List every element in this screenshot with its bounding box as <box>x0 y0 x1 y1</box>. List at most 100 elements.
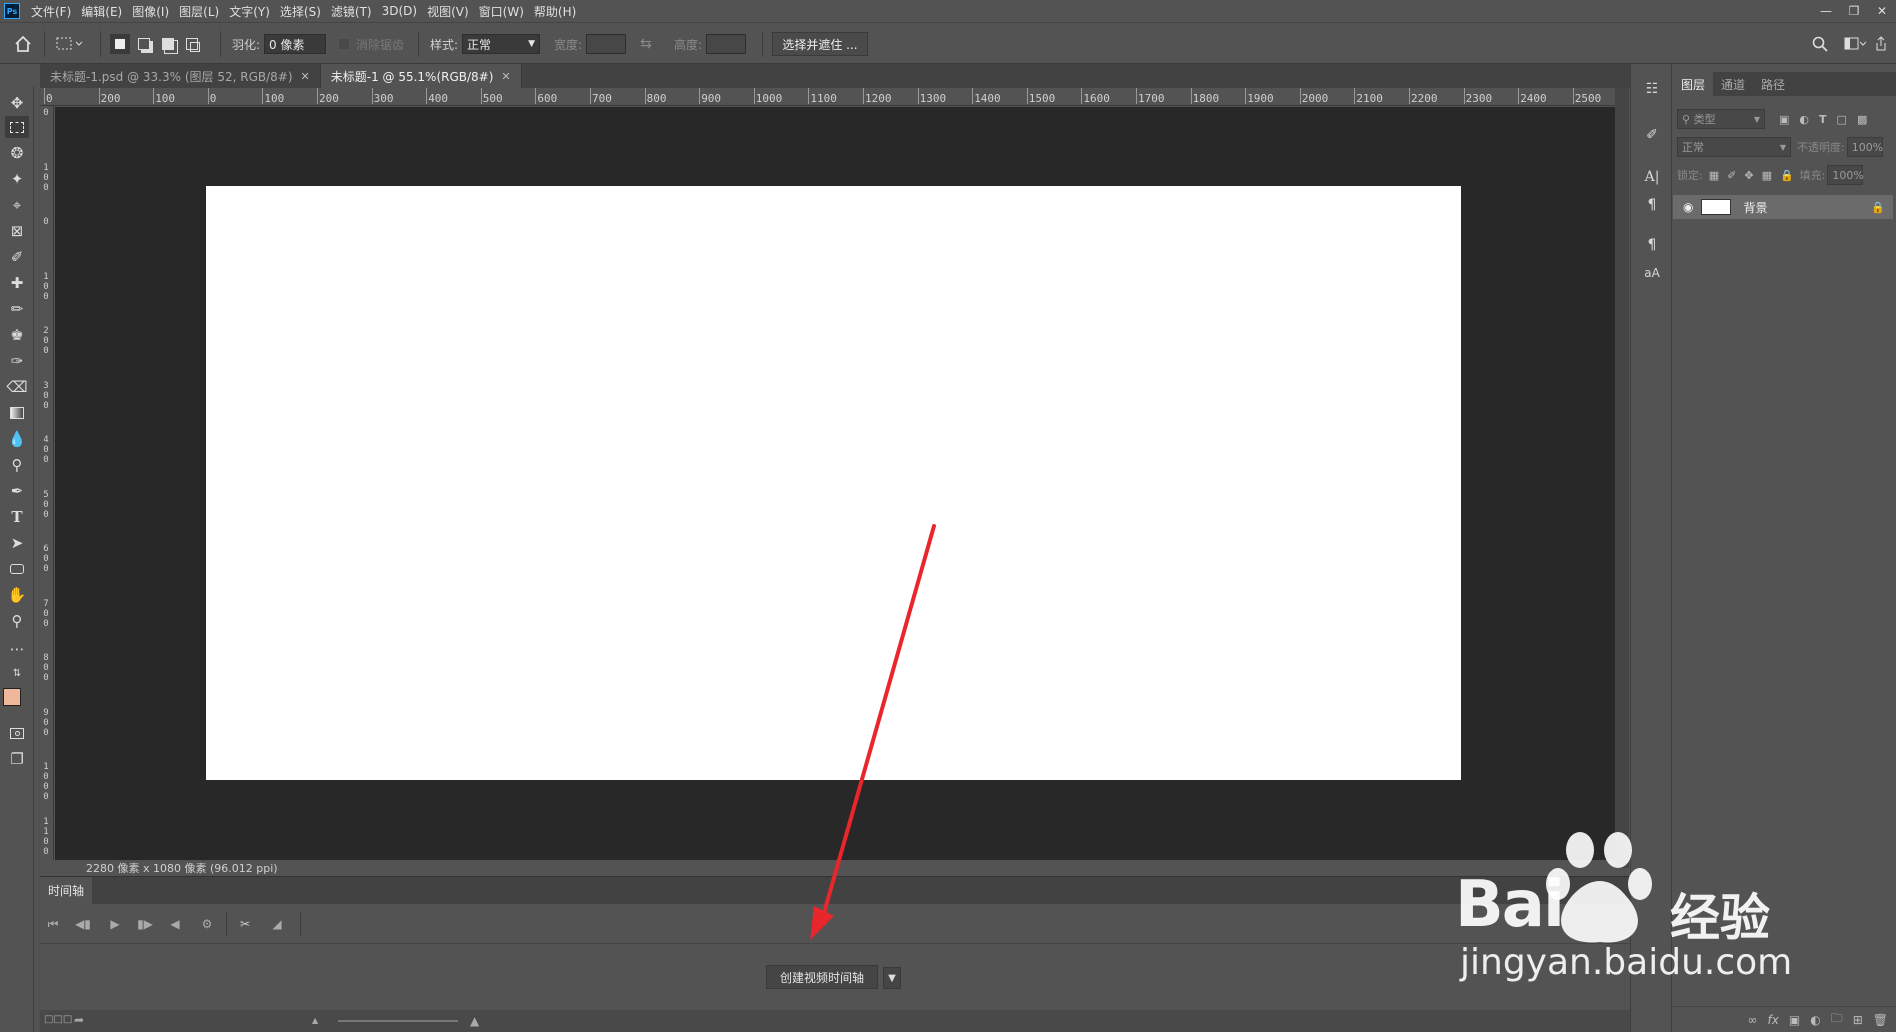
vertical-scrollbar[interactable] <box>1615 88 1629 868</box>
add-selection-icon[interactable] <box>134 34 154 54</box>
adjustment-filter-icon[interactable]: ◐ <box>1799 113 1809 126</box>
menu-select[interactable]: 选择(S) <box>275 3 326 20</box>
new-layer-icon[interactable]: ⊞ <box>1853 1013 1863 1027</box>
menu-filter[interactable]: 滤镜(T) <box>326 3 377 20</box>
zoom-out-icon[interactable]: ▲ <box>312 1016 318 1025</box>
intersect-selection-icon[interactable] <box>182 34 202 54</box>
lock-position-icon[interactable]: ✥ <box>1744 169 1753 182</box>
antialias-checkbox[interactable] <box>338 38 350 50</box>
trash-icon[interactable]: 🗑 <box>1873 1013 1888 1027</box>
swap-colors-icon[interactable]: ⇅ <box>5 662 29 684</box>
lock-transparent-icon[interactable]: ▦ <box>1709 169 1719 182</box>
prev-frame-icon[interactable]: ◀▮ <box>72 914 94 934</box>
blur-tool-icon[interactable]: 💧 <box>5 428 29 450</box>
fx-icon[interactable]: fx <box>1768 1013 1779 1027</box>
menu-file[interactable]: 文件(F) <box>26 3 76 20</box>
gradient-tool-icon[interactable] <box>5 402 29 424</box>
select-and-mask-button[interactable]: 选择并遮住 ... <box>772 32 868 56</box>
brush-tool-icon[interactable]: ✏ <box>5 298 29 320</box>
dodge-tool-icon[interactable]: ⚲ <box>5 454 29 476</box>
type-filter-icon[interactable]: T <box>1819 113 1827 126</box>
crop-tool-icon[interactable]: ⌖ <box>5 194 29 216</box>
brush-panel-icon[interactable]: ✐ <box>1641 124 1663 146</box>
height-input[interactable] <box>706 34 747 54</box>
render-icon[interactable]: ➦ <box>74 1013 84 1027</box>
swap-icon[interactable]: ⇆ <box>640 36 652 52</box>
zoom-in-icon[interactable]: ▲ <box>470 1014 479 1028</box>
history-brush-tool-icon[interactable]: ✑ <box>5 350 29 372</box>
fill-input[interactable]: 100% <box>1827 165 1864 185</box>
tab-layers[interactable]: 图层 <box>1673 72 1714 96</box>
lock-pixels-icon[interactable]: ✐ <box>1727 169 1736 182</box>
style-select[interactable]: 正常 ▼ <box>462 34 541 54</box>
adjustment-icon[interactable]: ◐ <box>1810 1013 1820 1027</box>
foreground-color-swatch[interactable] <box>3 688 21 706</box>
timeline-tab[interactable]: 时间轴 <box>40 877 93 904</box>
scissors-icon[interactable]: ✂ <box>234 914 256 934</box>
create-video-timeline-button[interactable]: 创建视频时间轴 <box>766 965 878 989</box>
transition-icon[interactable]: ◢ <box>266 914 288 934</box>
lasso-tool-icon[interactable]: ❂ <box>5 142 29 164</box>
close-icon[interactable]: ✕ <box>501 70 510 83</box>
menu-edit[interactable]: 编辑(E) <box>76 3 127 20</box>
next-frame-icon[interactable]: ▮▶ <box>134 914 156 934</box>
chevron-down-icon[interactable]: ▼ <box>883 967 901 989</box>
settings-icon[interactable]: ⚙ <box>196 914 218 934</box>
tab-channels[interactable]: 通道 <box>1713 72 1753 96</box>
play-icon[interactable]: ▶ <box>104 914 126 934</box>
magic-wand-tool-icon[interactable]: ✦ <box>5 168 29 190</box>
search-icon[interactable] <box>1812 36 1828 52</box>
smart-filter-icon[interactable]: ▩ <box>1857 113 1867 126</box>
close-icon[interactable]: ✕ <box>301 70 310 83</box>
character-styles-icon[interactable]: aA <box>1641 262 1663 284</box>
zoom-tool-icon[interactable]: ⚲ <box>5 610 29 632</box>
width-input[interactable] <box>586 34 627 54</box>
clone-stamp-tool-icon[interactable]: ♚ <box>5 324 29 346</box>
lock-all-icon[interactable]: 🔒 <box>1780 169 1794 182</box>
first-frame-icon[interactable]: ⏮ <box>42 914 64 934</box>
share-icon[interactable] <box>1874 36 1888 52</box>
screen-mode-icon[interactable]: ❐ <box>5 748 29 770</box>
menu-3d[interactable]: 3D(D) <box>377 4 422 18</box>
workspace-icon[interactable] <box>1844 37 1866 51</box>
shape-filter-icon[interactable]: □ <box>1837 113 1847 126</box>
doc-tab-2[interactable]: 未标题-1 @ 55.1%(RGB/8#) ✕ <box>320 64 522 88</box>
zoom-slider[interactable] <box>338 1020 458 1022</box>
menu-layer[interactable]: 图层(L) <box>174 3 224 20</box>
menu-view[interactable]: 视图(V) <box>422 3 474 20</box>
paragraph-panel-icon[interactable]: ¶ <box>1641 194 1663 216</box>
pixel-filter-icon[interactable]: ▣ <box>1779 113 1789 126</box>
close-icon[interactable]: ✕ <box>1868 0 1896 22</box>
path-select-tool-icon[interactable]: ➤ <box>5 532 29 554</box>
document-canvas[interactable] <box>206 186 1461 780</box>
frame-tool-icon[interactable]: ⊠ <box>5 220 29 242</box>
hand-tool-icon[interactable]: ✋ <box>5 584 29 606</box>
more-tools-icon[interactable]: ⋯ <box>5 638 29 660</box>
subtract-selection-icon[interactable] <box>158 34 178 54</box>
link-icon[interactable]: ∞ <box>1748 1013 1758 1027</box>
frame-animation-icon[interactable]: □□□ <box>44 1014 72 1025</box>
menu-image[interactable]: 图像(I) <box>127 3 174 20</box>
menu-type[interactable]: 文字(Y) <box>224 3 275 20</box>
character-panel-icon[interactable]: A| <box>1641 166 1663 188</box>
eraser-tool-icon[interactable]: ⌫ <box>5 376 29 398</box>
feather-input[interactable]: 0 像素 <box>264 34 327 54</box>
minimize-icon[interactable]: — <box>1812 0 1840 22</box>
eyedropper-tool-icon[interactable]: ✐ <box>5 246 29 268</box>
move-tool-icon[interactable]: ✥ <box>5 92 29 114</box>
opacity-input[interactable]: 100% <box>1846 137 1883 157</box>
blend-mode-select[interactable]: 正常 ▼ <box>1677 137 1791 157</box>
new-selection-icon[interactable] <box>110 34 130 54</box>
layer-row[interactable]: ◉ 背景 🔒 <box>1673 195 1893 219</box>
marquee-preset-button[interactable] <box>56 23 84 65</box>
menu-help[interactable]: 帮助(H) <box>529 3 581 20</box>
mask-icon[interactable]: ▣ <box>1789 1013 1800 1027</box>
healing-brush-tool-icon[interactable]: ✚ <box>5 272 29 294</box>
quick-mask-icon[interactable] <box>5 722 29 744</box>
rect-marquee-tool-icon[interactable] <box>5 116 29 138</box>
folder-icon[interactable]: 🗀 <box>1831 1009 1843 1030</box>
eye-icon[interactable]: ◉ <box>1683 200 1693 214</box>
doc-tab-1[interactable]: 未标题-1.psd @ 33.3% (图层 52, RGB/8#) ✕ <box>40 64 321 88</box>
rectangle-tool-icon[interactable] <box>5 558 29 580</box>
restore-icon[interactable]: ❐ <box>1840 0 1868 22</box>
